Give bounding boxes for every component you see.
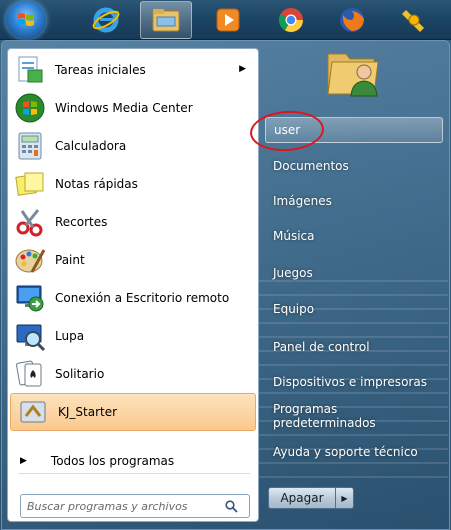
link-label: Ayuda y soporte técnico: [273, 445, 418, 459]
program-item-notas-rapidas[interactable]: Notas rápidas: [8, 165, 258, 203]
program-label: Solitario: [55, 367, 105, 381]
program-label: Calculadora: [55, 139, 127, 153]
program-label: Notas rápidas: [55, 177, 138, 191]
program-label: KJ_Starter: [58, 405, 118, 419]
shutdown-label: Apagar: [280, 491, 324, 505]
link-label: Dispositivos e impresoras: [273, 375, 427, 389]
getting-started-icon: [18, 56, 43, 83]
link-label: Equipo: [273, 302, 315, 316]
program-label: Windows Media Center: [55, 101, 193, 115]
all-programs-label: Todos los programas: [50, 454, 175, 468]
program-item-paint[interactable]: Paint: [8, 241, 258, 279]
link-dispositivos-impresoras[interactable]: Dispositivos e impresoras: [265, 368, 443, 396]
link-label: Documentos: [273, 159, 349, 173]
search-input[interactable]: [21, 496, 221, 516]
link-label: Juegos: [273, 266, 313, 280]
start-button[interactable]: [6, 1, 46, 39]
kj-starter-icon: [402, 10, 424, 32]
file-explorer-button[interactable]: [140, 1, 192, 39]
search-box[interactable]: [20, 494, 250, 518]
user-avatar[interactable]: [324, 42, 384, 102]
program-label: Paint: [55, 253, 85, 267]
program-item-recortes[interactable]: Recortes: [8, 203, 258, 241]
link-equipo[interactable]: Equipo: [265, 295, 443, 323]
program-item-kj-starter[interactable]: KJ_Starter: [10, 393, 256, 431]
windows-logo-icon: [18, 13, 34, 26]
snipping-tool-icon: [16, 209, 43, 237]
program-label: Recortes: [55, 215, 108, 229]
program-item-windows-media-center[interactable]: Windows Media Center: [8, 89, 258, 127]
firefox-icon: [340, 8, 364, 32]
internet-explorer-button[interactable]: [80, 0, 132, 40]
link-label: Programas predeterminados: [273, 402, 376, 430]
media-center-icon: [15, 93, 45, 123]
chrome-button[interactable]: [265, 0, 317, 40]
calculator-icon: [18, 132, 42, 160]
shutdown-group: Apagar ▶: [268, 487, 356, 509]
kj-starter-taskbar-button[interactable]: [388, 0, 440, 40]
file-explorer-icon: [152, 9, 180, 32]
search-icon[interactable]: [221, 496, 241, 516]
start-menu: Tareas iniciales ▶ Windows Media Center: [0, 40, 451, 530]
shutdown-button[interactable]: Apagar: [268, 487, 336, 509]
kj-starter-icon: [20, 401, 46, 423]
program-item-solitario[interactable]: Solitario: [8, 355, 258, 393]
link-juegos[interactable]: Juegos: [265, 259, 443, 287]
solitaire-icon: [16, 360, 42, 387]
link-musica[interactable]: Música: [265, 222, 443, 250]
chevron-right-icon: ▶: [341, 493, 348, 503]
program-label: Lupa: [55, 329, 85, 343]
sticky-notes-icon: [15, 172, 44, 196]
program-item-escritorio-remoto[interactable]: Conexión a Escritorio remoto: [8, 279, 258, 317]
program-list: Tareas iniciales ▶ Windows Media Center: [8, 51, 258, 431]
media-player-button[interactable]: [202, 0, 254, 40]
link-ayuda-soporte[interactable]: Ayuda y soporte técnico: [265, 438, 443, 466]
program-item-lupa[interactable]: Lupa: [8, 317, 258, 355]
user-picture-icon: [327, 53, 379, 97]
magnifier-icon: [16, 324, 46, 352]
link-label: Panel de control: [273, 340, 370, 354]
program-item-tareas-iniciales[interactable]: Tareas iniciales ▶: [8, 51, 258, 89]
link-label: Imágenes: [273, 194, 332, 208]
media-player-icon: [216, 8, 240, 32]
link-programas-predeterminados[interactable]: Programas predeterminados: [265, 402, 443, 430]
program-label: Conexión a Escritorio remoto: [55, 291, 230, 305]
program-item-calculadora[interactable]: Calculadora: [8, 127, 258, 165]
program-label: Tareas iniciales: [55, 63, 146, 77]
link-label: Música: [273, 229, 315, 243]
shutdown-options-button[interactable]: ▶: [336, 487, 354, 509]
submenu-arrow-icon[interactable]: ▶: [239, 64, 246, 74]
chrome-icon: [278, 8, 303, 33]
remote-desktop-icon: [16, 285, 44, 312]
all-programs-button[interactable]: ▶ Todos los programas: [8, 447, 258, 475]
programs-pane: Tareas iniciales ▶ Windows Media Center: [7, 48, 259, 522]
taskbar: [0, 0, 451, 40]
link-documentos[interactable]: Documentos: [265, 152, 443, 180]
link-panel-de-control[interactable]: Panel de control: [265, 333, 443, 361]
link-imagenes[interactable]: Imágenes: [265, 187, 443, 215]
firefox-button[interactable]: [326, 0, 378, 40]
expand-arrow-icon: ▶: [20, 456, 27, 466]
paint-icon: [15, 249, 46, 273]
internet-explorer-icon: [92, 7, 120, 33]
